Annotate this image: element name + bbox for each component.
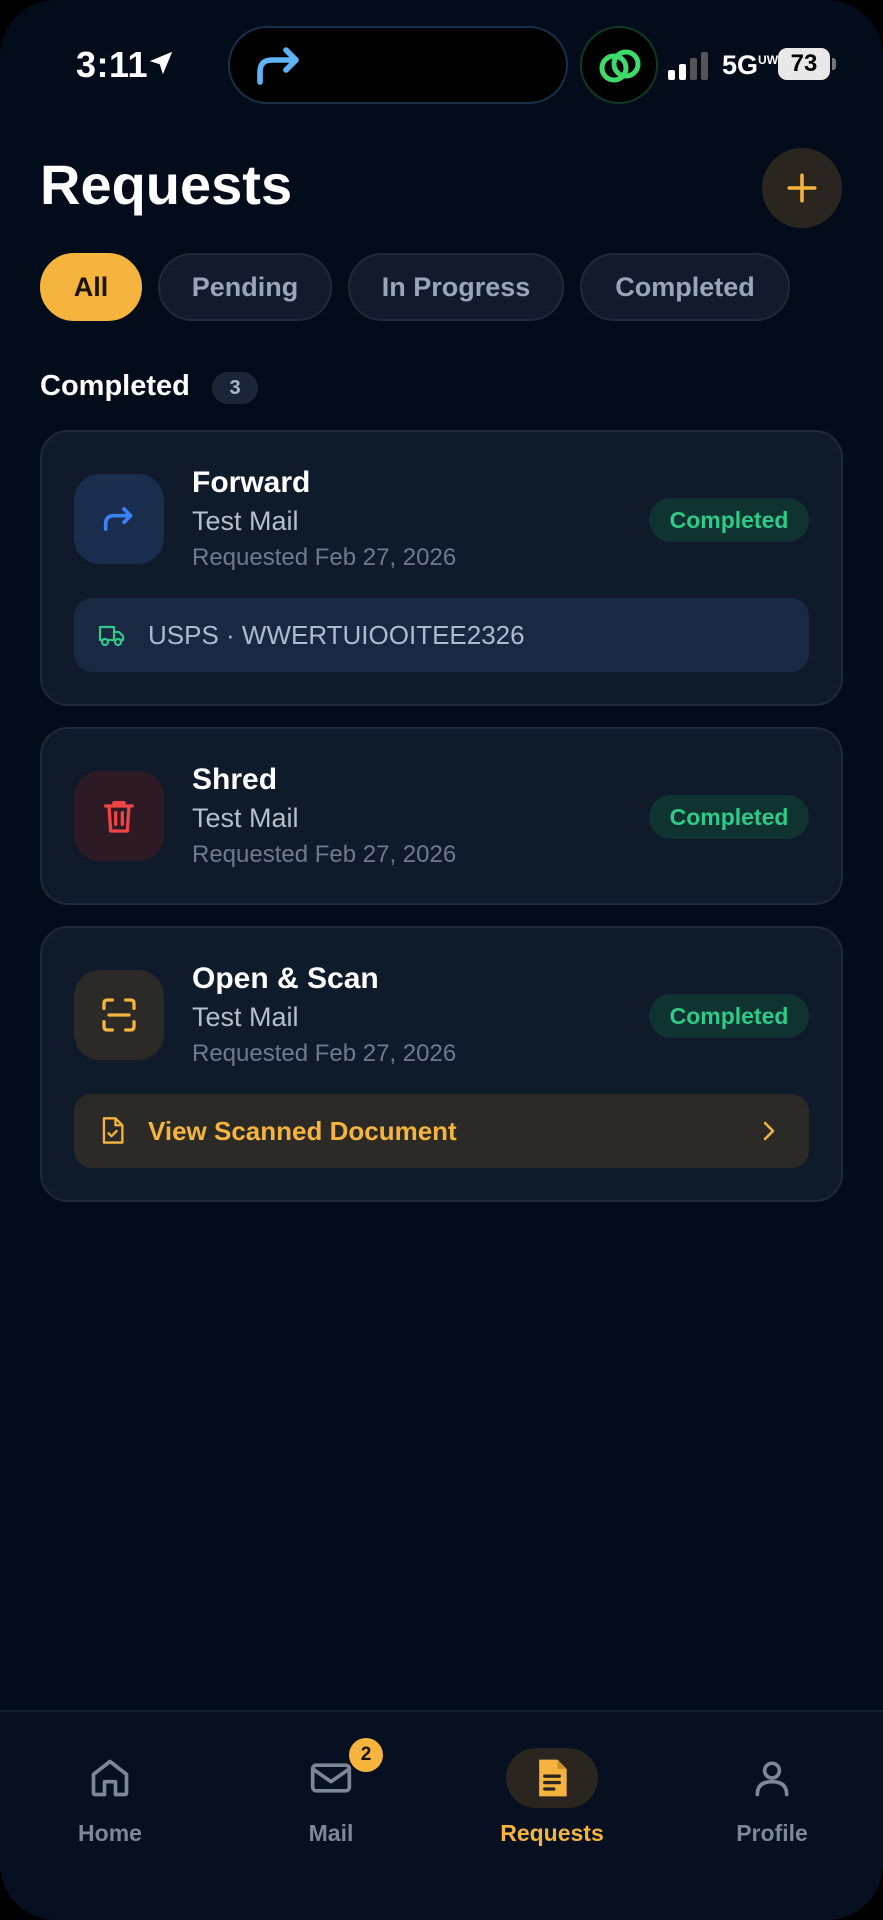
plus-icon	[787, 173, 817, 203]
chevron-right-icon	[763, 1121, 775, 1141]
view-scanned-document-label: View Scanned Document	[148, 1116, 457, 1146]
nav-requests[interactable]: Requests	[472, 1748, 632, 1858]
nav-mail-label: Mail	[308, 1820, 354, 1846]
truck-icon	[98, 625, 125, 647]
tracking-info[interactable]: USPS · WWERTUIOOITEE2326	[74, 598, 809, 672]
tab-all[interactable]: All	[40, 253, 142, 321]
request-date: Requested Feb 27, 2026	[192, 841, 457, 868]
request-card-forward[interactable]: Forward Test Mail Requested Feb 27, 2026…	[40, 430, 843, 706]
request-date: Requested Feb 27, 2026	[192, 544, 457, 571]
forward-icon-tile	[74, 474, 164, 564]
nav-profile[interactable]: Profile	[692, 1748, 852, 1858]
link-rings-icon	[599, 49, 641, 83]
page-title: Requests	[40, 153, 293, 216]
request-mail: Test Mail	[192, 1002, 299, 1032]
network-type: 5GUW	[722, 50, 779, 80]
nav-requests-label: Requests	[500, 1820, 604, 1846]
status-badge: Completed	[649, 994, 809, 1038]
tracking-number: USPS · WWERTUIOOITEE2326	[148, 620, 525, 650]
request-type: Forward	[192, 466, 311, 499]
section-title: Completed	[40, 370, 190, 402]
scan-icon	[102, 998, 136, 1032]
section-count-badge: 3	[212, 372, 258, 404]
dynamic-island-activity	[580, 26, 658, 104]
request-mail: Test Mail	[192, 803, 299, 833]
shred-icon-tile	[74, 771, 164, 861]
nav-mail[interactable]: 2 Mail	[251, 1738, 411, 1858]
dynamic-island	[228, 26, 568, 104]
forward-arrow-icon	[257, 47, 299, 85]
bottom-nav: Home 2 Mail Requests Profile	[0, 1710, 883, 1920]
mail-count-badge: 2	[349, 1738, 383, 1772]
request-card-open-scan[interactable]: Open & Scan Test Mail Requested Feb 27, …	[40, 926, 843, 1202]
forward-arrow-icon	[103, 507, 133, 531]
status-time: 3:11	[76, 44, 149, 85]
trash-icon	[104, 801, 134, 833]
view-scanned-document-button[interactable]: View Scanned Document	[74, 1094, 809, 1168]
document-icon	[539, 1759, 567, 1797]
request-card-shred[interactable]: Shred Test Mail Requested Feb 27, 2026 C…	[40, 727, 843, 905]
status-badge: Completed	[649, 498, 809, 542]
request-mail: Test Mail	[192, 506, 299, 536]
cellular-signal-icon	[668, 52, 708, 80]
nav-profile-label: Profile	[736, 1820, 808, 1846]
request-type: Open & Scan	[192, 962, 379, 995]
status-badge: Completed	[649, 795, 809, 839]
request-date: Requested Feb 27, 2026	[192, 1040, 457, 1067]
document-check-icon	[102, 1117, 124, 1144]
screen: 3:11 5GUW 73 Requests All Pending In Pro…	[0, 0, 883, 1920]
tab-completed[interactable]: Completed	[580, 253, 790, 321]
mail-icon	[310, 1763, 352, 1793]
battery-tip	[832, 58, 836, 70]
tab-in-progress[interactable]: In Progress	[348, 253, 564, 321]
scan-icon-tile	[74, 970, 164, 1060]
add-request-button[interactable]	[762, 148, 842, 228]
request-type: Shred	[192, 763, 278, 796]
tab-pending[interactable]: Pending	[158, 253, 332, 321]
person-icon	[755, 1761, 789, 1797]
location-arrow-icon	[149, 51, 173, 75]
battery-level: 73	[778, 48, 830, 80]
nav-home-label: Home	[78, 1820, 142, 1846]
home-icon	[91, 1759, 129, 1797]
nav-home[interactable]: Home	[30, 1748, 190, 1858]
